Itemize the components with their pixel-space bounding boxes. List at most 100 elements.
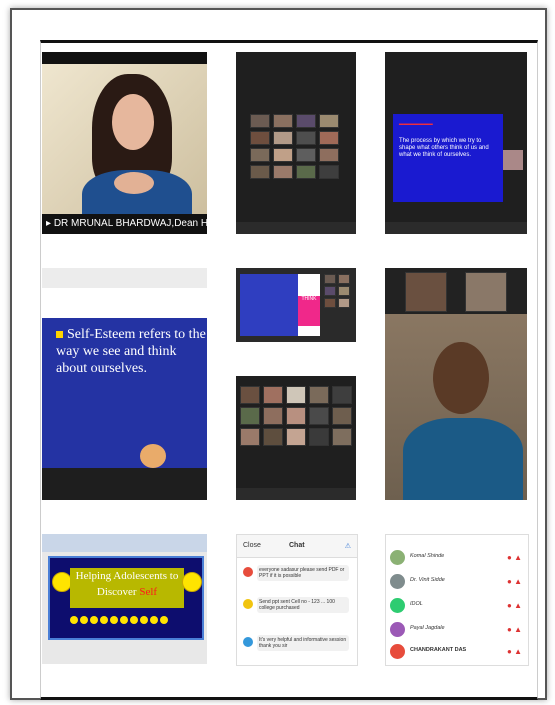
- participant-thumb: [286, 407, 306, 425]
- participant-thumb: [250, 165, 270, 179]
- slide-header-area: [42, 288, 207, 318]
- avatar: [243, 637, 253, 647]
- participant-thumb: [338, 286, 350, 296]
- avatar: [390, 598, 405, 613]
- participant-thumb: [319, 148, 339, 162]
- participant-thumb: [296, 131, 316, 145]
- think-badge: THINK: [298, 296, 320, 326]
- smiley-icon: [120, 616, 128, 624]
- mic-muted-icon: ● ▲: [507, 625, 522, 634]
- apple-icon: [140, 444, 166, 468]
- mic-muted-icon: ● ▲: [507, 577, 522, 586]
- smiley-icon: [160, 616, 168, 624]
- chat-close-button[interactable]: Close: [243, 542, 261, 549]
- slide-banner: Helping Adolescents to Discover Self: [48, 556, 204, 640]
- chat-message: everyone sadasur please send PDF or PPT …: [243, 565, 349, 581]
- participant-thumb: [319, 165, 339, 179]
- avatar: [243, 599, 253, 609]
- top-participant-strip: [385, 268, 527, 314]
- video-top-bar: [42, 52, 207, 64]
- participant-thumb: [332, 428, 352, 446]
- participant-strip: [324, 274, 350, 308]
- participant-thumb: [263, 407, 283, 425]
- participant-thumb: [250, 114, 270, 128]
- participant-thumb: [309, 407, 329, 425]
- smiley-icon: [90, 616, 98, 624]
- zoom-toolbar[interactable]: [236, 488, 356, 500]
- participant-grid: [240, 386, 352, 446]
- app-toolbar[interactable]: [42, 268, 207, 289]
- smiley-icon: [150, 616, 158, 624]
- speaker-name-caption: ▸ DR MRUNAL BHARDWAJ,Dean H: [42, 214, 207, 234]
- participant-thumb: [240, 407, 260, 425]
- mic-muted-icon: ● ▲: [507, 601, 522, 610]
- participant-thumb: [405, 272, 447, 312]
- speaker-face: [433, 342, 489, 414]
- participant-thumb: [296, 114, 316, 128]
- participant-row[interactable]: Payal Jagdale ● ▲: [390, 621, 524, 639]
- app-toolbar[interactable]: [42, 534, 207, 552]
- participant-thumb: [240, 428, 260, 446]
- participant-thumb: [273, 131, 293, 145]
- slide-title: Helping Adolescents to Discover Self: [70, 568, 184, 608]
- slide-body-text: The process by which we try to shape wha…: [399, 138, 489, 158]
- gallery-view-tile-2: [236, 376, 356, 500]
- avatar: [390, 622, 405, 637]
- chat-message: Send ppt sent Cell no - 123 ... 100 coll…: [243, 597, 349, 613]
- participant-grid: [250, 114, 339, 179]
- avatar: [390, 574, 405, 589]
- helping-adolescents-slide-tile: Helping Adolescents to Discover Self: [42, 534, 207, 664]
- participant-row[interactable]: Dr. Vinit Sidde ● ▲: [390, 573, 524, 591]
- participant-row[interactable]: IDOL ● ▲: [390, 597, 524, 615]
- participant-thumb: [250, 148, 270, 162]
- smiley-row: [70, 616, 168, 624]
- smiley-icon: [70, 616, 78, 624]
- participant-row[interactable]: Komal Shinde ● ▲: [390, 549, 524, 567]
- chat-header: Close Chat ⚠: [237, 535, 357, 558]
- zoom-toolbar[interactable]: [236, 222, 356, 234]
- shared-slide: THINK: [240, 274, 320, 336]
- smiley-icon: [140, 616, 148, 624]
- bullet-icon: [56, 331, 63, 339]
- avatar: [390, 644, 405, 659]
- participant-thumb: [309, 386, 329, 404]
- participant-thumb: [319, 131, 339, 145]
- participant-row[interactable]: CHANDRAKANT DAS ● ▲: [390, 643, 524, 661]
- participant-thumb: [273, 114, 293, 128]
- participant-thumb: [324, 286, 336, 296]
- bell-icon[interactable]: ⚠: [345, 542, 351, 550]
- slide-text: Self-Esteem refers to the way we see and…: [56, 327, 206, 376]
- gallery-view-tile: [236, 52, 356, 234]
- speaker-body: [403, 418, 523, 500]
- self-esteem-slide-tile: Self-Esteem refers to the way we see and…: [42, 268, 207, 500]
- zoom-toolbar[interactable]: [42, 468, 207, 500]
- participant-thumb: [309, 428, 329, 446]
- smiley-icon: [80, 616, 88, 624]
- participants-panel-tile: Komal Shinde ● ▲ Dr. Vinit Sidde ● ▲ IDO…: [385, 534, 529, 666]
- smiley-icon: [110, 616, 118, 624]
- participant-thumb: [263, 428, 283, 446]
- presenter-thumbnail: [503, 150, 523, 170]
- speaker-video-tile: ▸ DR MRUNAL BHARDWAJ,Dean H: [42, 52, 207, 234]
- slide-heading: ━━━━━━━: [399, 120, 433, 129]
- think-slide-tile: THINK: [236, 268, 356, 342]
- avatar: [243, 567, 253, 577]
- participant-thumb: [332, 407, 352, 425]
- avatar: [390, 550, 405, 565]
- participant-thumb: [273, 148, 293, 162]
- participant-thumb: [263, 386, 283, 404]
- participant-thumb: [286, 428, 306, 446]
- mic-muted-icon: ● ▲: [507, 647, 522, 656]
- chat-message: It's very helpful and informative sessio…: [243, 635, 349, 651]
- participant-thumb: [324, 274, 336, 284]
- participant-thumb: [286, 386, 306, 404]
- chat-title: Chat: [289, 542, 305, 549]
- speaker-face: [112, 94, 154, 150]
- participant-thumb: [332, 386, 352, 404]
- participant-thumb: [273, 165, 293, 179]
- slide-blue-panel: [240, 274, 298, 336]
- participant-thumb: [338, 274, 350, 284]
- chat-panel-tile: Close Chat ⚠ everyone sadasur please sen…: [236, 534, 358, 666]
- smiley-icon: [182, 572, 202, 592]
- zoom-toolbar[interactable]: [385, 222, 527, 234]
